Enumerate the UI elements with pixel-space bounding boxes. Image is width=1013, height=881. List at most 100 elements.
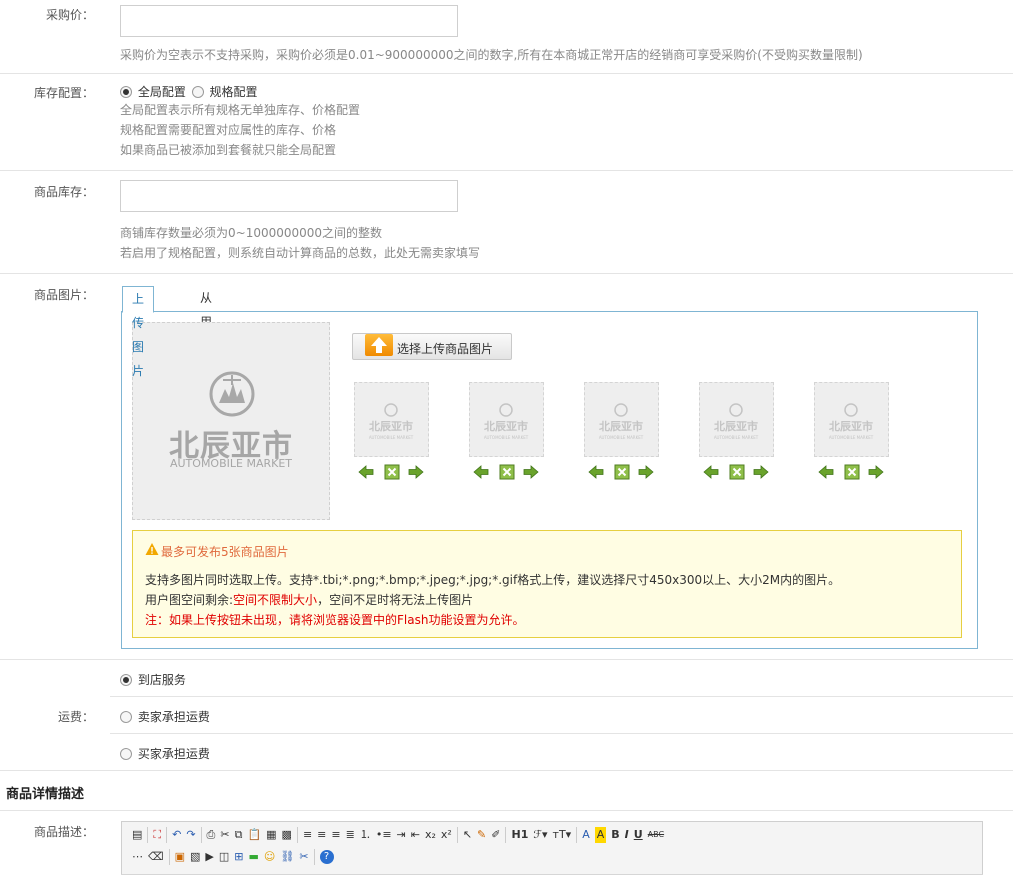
indent-icon[interactable]: ⇥ xyxy=(397,827,406,843)
eraser-icon[interactable]: ⌫ xyxy=(148,849,164,865)
freight-option-buyer-label[interactable]: 买家承担运费 xyxy=(138,747,210,761)
font-size-icon[interactable]: ᴛT▾ xyxy=(553,827,572,843)
source-icon[interactable]: ▤ xyxy=(132,827,142,843)
stock-hint-2: 若启用了规格配置，则系统自动计算商品的总数，此处无需卖家填写 xyxy=(120,246,481,260)
purchase-price-label: 采购价： xyxy=(45,8,94,22)
warning-icon xyxy=(145,543,159,555)
quick-format-icon[interactable]: ✐ xyxy=(491,827,500,843)
thumbnail-slot[interactable]: 北辰亚市 AUTOMOBILE MARKET xyxy=(584,382,659,457)
align-right-icon[interactable]: ≡ xyxy=(331,827,340,843)
move-right-icon[interactable] xyxy=(408,464,424,480)
freight-radio-buyer[interactable] xyxy=(120,748,132,760)
ordered-list-icon[interactable]: ⒈ xyxy=(360,827,371,843)
freight-option-seller-label[interactable]: 卖家承担运费 xyxy=(138,710,210,724)
subscript-icon[interactable]: x₂ xyxy=(425,827,436,843)
delete-icon[interactable] xyxy=(499,464,515,480)
thumbnail-slot[interactable]: 北辰亚市 AUTOMOBILE MARKET xyxy=(354,382,429,457)
upload-image-button[interactable]: 选择上传商品图片 xyxy=(352,333,512,360)
flash-icon[interactable]: ▶ xyxy=(205,849,213,865)
image-icon[interactable]: ▣ xyxy=(175,849,185,865)
italic-button[interactable]: I xyxy=(625,827,629,843)
cut-icon[interactable]: ✂ xyxy=(220,827,229,843)
underline-button[interactable]: U xyxy=(634,827,643,843)
help-icon[interactable]: ? xyxy=(319,850,334,864)
align-justify-icon[interactable]: ≣ xyxy=(346,827,355,843)
outdent-icon[interactable]: ⇤ xyxy=(411,827,420,843)
thumbnail-slot[interactable]: 北辰亚市 AUTOMOBILE MARKET xyxy=(699,382,774,457)
font-color-button[interactable]: A xyxy=(582,827,590,843)
hr-icon[interactable]: ⋯ xyxy=(132,849,143,865)
move-left-icon[interactable] xyxy=(473,464,489,480)
description-label: 商品描述： xyxy=(33,825,94,839)
editor-content-area[interactable] xyxy=(121,874,983,881)
freight-radio-seller[interactable] xyxy=(120,711,132,723)
stock-config-option-spec[interactable]: 规格配置 xyxy=(210,85,258,99)
tab-user-album[interactable]: 从用户相册选择 xyxy=(191,286,221,449)
move-left-icon[interactable] xyxy=(588,464,604,480)
undo-icon[interactable]: ↶ xyxy=(172,827,181,843)
svg-text:AUTOMOBILE MARKET: AUTOMOBILE MARKET xyxy=(369,435,414,440)
bold-button[interactable]: B xyxy=(611,827,619,843)
image-upload-notice: 最多可发布5张商品图片 支持多图片同时选取上传。支持*.tbi;*.png;*.… xyxy=(132,530,962,638)
thumbnail-slot[interactable]: 北辰亚市 AUTOMOBILE MARKET xyxy=(814,382,889,457)
print-icon[interactable]: ⎙ xyxy=(207,827,216,843)
move-left-icon[interactable] xyxy=(358,464,374,480)
paste-icon[interactable]: 📋 xyxy=(247,827,261,843)
fullscreen-icon[interactable]: ⛶ xyxy=(153,827,161,843)
brand-logo-icon: 北辰亚市 AUTOMOBILE MARKET xyxy=(369,403,414,440)
stock-config-hint-3: 如果商品已被添加到套餐就只能全局配置 xyxy=(120,143,337,157)
copy-icon[interactable]: ⧉ xyxy=(235,827,243,843)
freight-option-buyer[interactable]: 买家承担运费 xyxy=(120,745,212,762)
delete-icon[interactable] xyxy=(844,464,860,480)
paste-word-icon[interactable]: ▩ xyxy=(282,827,292,843)
thumbnail-slot[interactable]: 北辰亚市 AUTOMOBILE MARKET xyxy=(469,382,544,457)
strikethrough-button[interactable]: ABC xyxy=(648,827,664,843)
notice-formats: 支持多图片同时选取上传。支持*.tbi;*.png;*.bmp;*.jpeg;*… xyxy=(145,573,841,587)
unordered-list-icon[interactable]: •≡ xyxy=(376,827,392,843)
svg-text:AUTOMOBILE MARKET: AUTOMOBILE MARKET xyxy=(599,435,644,440)
align-center-icon[interactable]: ≡ xyxy=(317,827,326,843)
multi-image-icon[interactable]: ▧ xyxy=(190,849,200,865)
delete-icon[interactable] xyxy=(614,464,630,480)
rich-text-editor[interactable]: ▤ ⛶ ↶ ↷ ⎙ ✂ ⧉ 📋 ▦ ▩ ≡ ≡ ≡ ≣ ⒈ •≡ ⇥ ⇤ x₂ … xyxy=(121,821,983,881)
stock-config-radio-global[interactable] xyxy=(120,86,132,98)
redo-icon[interactable]: ↷ xyxy=(186,827,195,843)
unlink-icon[interactable]: ✂ xyxy=(299,849,308,865)
stock-input[interactable] xyxy=(120,180,458,212)
clear-format-icon[interactable]: ✎ xyxy=(477,827,486,843)
insert-hr-icon[interactable]: ▬ xyxy=(248,849,258,865)
move-right-icon[interactable] xyxy=(523,464,539,480)
delete-icon[interactable] xyxy=(729,464,745,480)
font-family-icon[interactable]: ℱ▾ xyxy=(533,827,547,843)
editor-toolbar-row-2: ⋯ ⌫ ▣ ▧ ▶ ◫ ⊞ ▬ ☺ ⛓ ✂ ? xyxy=(132,848,334,866)
align-left-icon[interactable]: ≡ xyxy=(303,827,312,843)
link-icon[interactable]: ⛓ xyxy=(280,849,294,865)
move-right-icon[interactable] xyxy=(753,464,769,480)
emoticon-icon[interactable]: ☺ xyxy=(264,849,275,865)
stock-config-label: 库存配置： xyxy=(33,86,94,100)
stock-config-option-global[interactable]: 全局配置 xyxy=(138,85,186,99)
delete-icon[interactable] xyxy=(384,464,400,480)
stock-config-radio-spec[interactable] xyxy=(191,86,204,98)
table-icon[interactable]: ⊞ xyxy=(234,849,243,865)
notice-space-prefix: 用户图空间剩余: xyxy=(145,593,234,607)
heading-button[interactable]: H1 xyxy=(511,827,528,843)
freight-option-instore[interactable]: 到店服务 xyxy=(120,671,188,688)
stock-config-row: 库存配置： 全局配置 规格配置 全局配置表示所有规格无单独库存、价格配置 规格配… xyxy=(0,74,1013,171)
highlight-color-button[interactable]: A xyxy=(594,827,607,843)
tab-upload-image[interactable]: 上传图片 xyxy=(122,286,155,378)
select-all-icon[interactable]: ↖ xyxy=(463,827,472,843)
move-right-icon[interactable] xyxy=(638,464,654,480)
purchase-price-input[interactable] xyxy=(120,5,458,37)
freight-radio-instore[interactable] xyxy=(120,674,132,686)
freight-option-instore-label[interactable]: 到店服务 xyxy=(138,673,186,687)
freight-label: 运费： xyxy=(57,710,94,724)
media-icon[interactable]: ◫ xyxy=(219,849,229,865)
freight-option-seller[interactable]: 卖家承担运费 xyxy=(120,708,212,725)
svg-text:AUTOMOBILE MARKET: AUTOMOBILE MARKET xyxy=(714,435,759,440)
superscript-icon[interactable]: x² xyxy=(441,827,452,843)
move-right-icon[interactable] xyxy=(868,464,884,480)
move-left-icon[interactable] xyxy=(703,464,719,480)
move-left-icon[interactable] xyxy=(818,464,834,480)
paste-text-icon[interactable]: ▦ xyxy=(266,827,276,843)
